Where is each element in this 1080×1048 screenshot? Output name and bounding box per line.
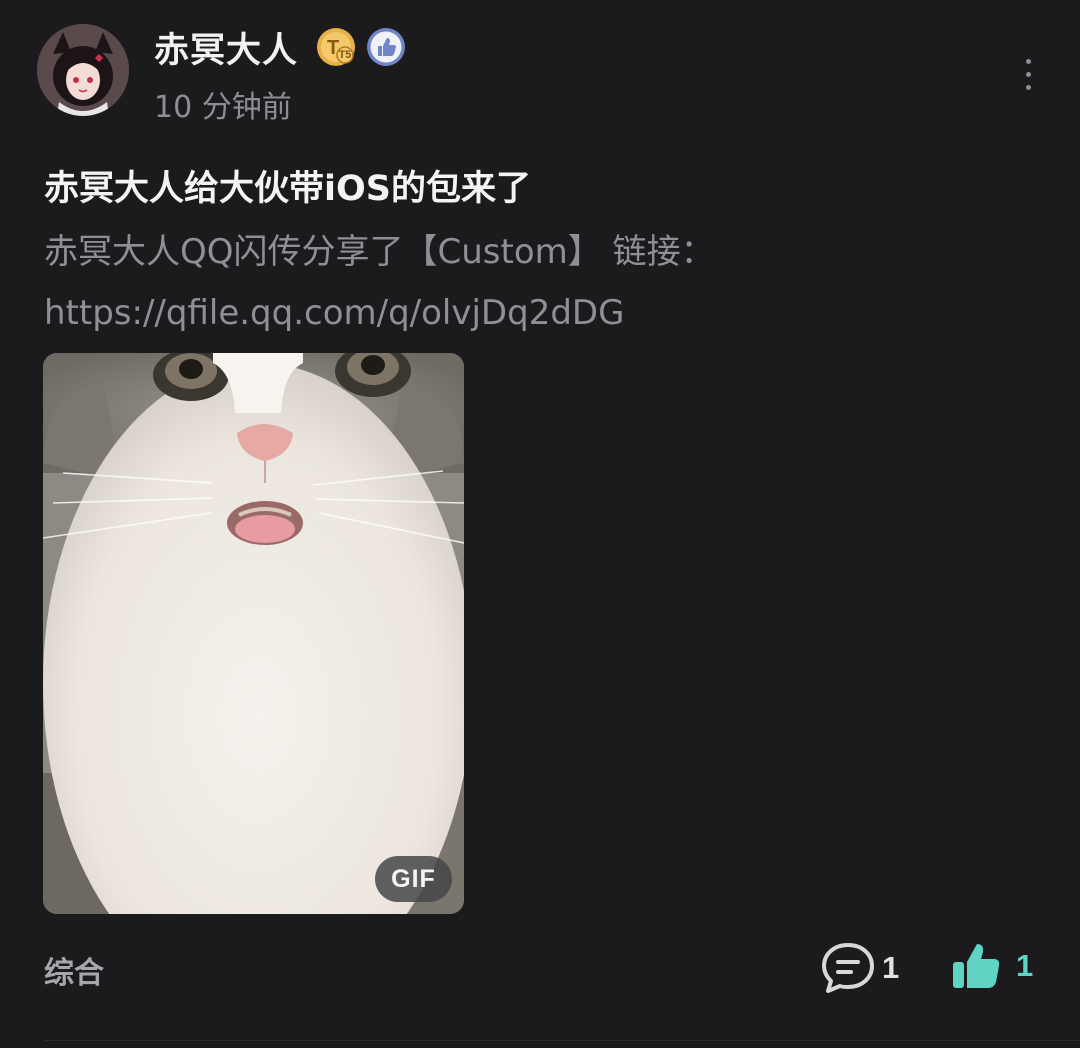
like-button[interactable]: 1 [950, 938, 1033, 994]
cat-face-gif [43, 353, 464, 914]
comment-icon [822, 943, 874, 993]
like-count: 1 [1016, 948, 1034, 983]
avatar[interactable] [37, 24, 129, 116]
more-dot-icon [1025, 84, 1031, 90]
gif-badge: GIF [375, 856, 452, 902]
post-title[interactable]: 赤冥大人给大伙带iOS的包来了 [44, 160, 531, 211]
post-time: 10 分钟前 [154, 90, 292, 125]
thumbs-up-badge-icon [366, 27, 406, 67]
divider [44, 1040, 1080, 1041]
more-dot-icon [1025, 71, 1031, 77]
category-tag[interactable]: 综合 [44, 948, 104, 992]
post-body[interactable]: 赤冥大人QQ闪传分享了【Custom】 链接：https://qfile.qq.… [44, 222, 944, 344]
comment-button[interactable]: 1 [820, 940, 899, 996]
more-dot-icon [1025, 58, 1031, 64]
comment-count: 1 [882, 950, 900, 985]
post-image[interactable]: GIF [43, 353, 464, 914]
more-options-button[interactable] [1010, 56, 1046, 92]
thumbs-up-icon [953, 944, 1000, 988]
level-t5-badge-icon: T T5 [316, 27, 356, 67]
author-name[interactable]: 赤冥大人 [154, 22, 298, 73]
level-badge-text: T5 [339, 49, 352, 61]
